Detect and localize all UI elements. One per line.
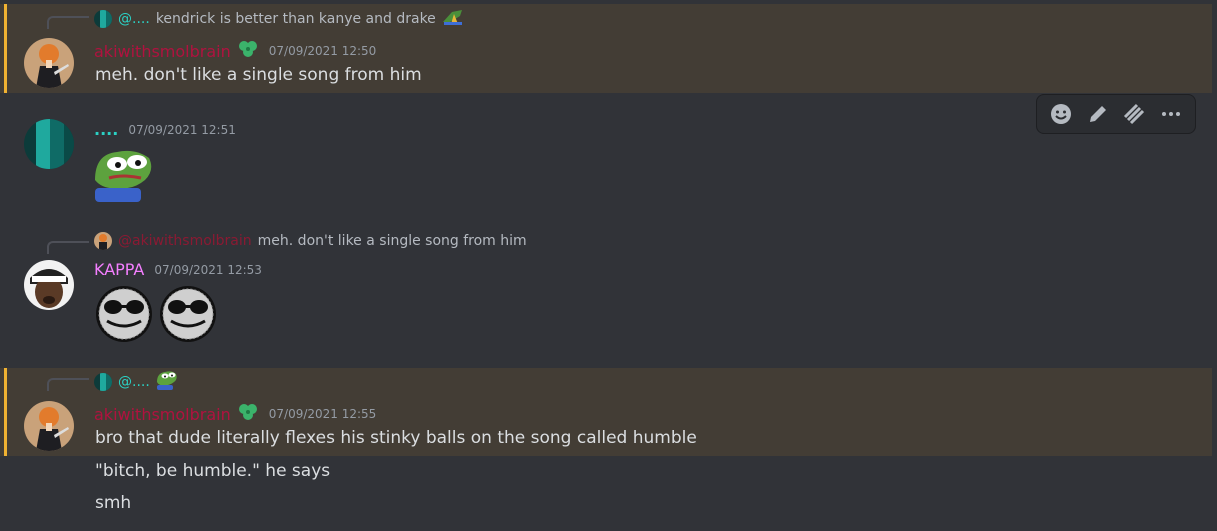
- reply-mention[interactable]: @....: [118, 11, 150, 27]
- clover-icon: [237, 38, 259, 64]
- reply-avatar: [94, 232, 112, 250]
- reply-connector: [47, 16, 89, 29]
- reply-connector: [47, 241, 89, 254]
- clover-icon: [237, 401, 259, 427]
- user-avatar[interactable]: [24, 119, 74, 169]
- timestamp[interactable]: 07/09/2021 12:50: [269, 44, 377, 58]
- message-4: @.... akiwithsmolbrain 07/09/2021 12:55 …: [0, 368, 1212, 456]
- reply-connector: [47, 378, 89, 391]
- message-text: smh: [95, 493, 132, 513]
- message-header: akiwithsmolbrain 07/09/2021 12:55: [94, 401, 376, 427]
- message-header: .... 07/09/2021 12:51: [94, 120, 236, 139]
- timestamp[interactable]: 07/09/2021 12:51: [128, 123, 236, 137]
- message-text: "bitch, be humble." he says: [95, 461, 331, 481]
- message-2: .... 07/09/2021 12:51: [0, 110, 1212, 210]
- reply-mention[interactable]: @akiwithsmolbrain: [118, 233, 252, 249]
- user-avatar[interactable]: [24, 401, 74, 451]
- pepe-emoji-icon: [156, 370, 178, 394]
- user-avatar[interactable]: [24, 38, 74, 88]
- timestamp[interactable]: 07/09/2021 12:53: [154, 263, 262, 277]
- sunglasses-face-emoji-icon: [159, 285, 217, 343]
- crocodile-emoji-icon: [442, 8, 464, 30]
- message-header: akiwithsmolbrain 07/09/2021 12:50: [94, 38, 376, 64]
- reply-avatar: [94, 10, 112, 28]
- user-avatar[interactable]: [24, 260, 74, 310]
- sunglasses-face-emoji-icon: [95, 285, 153, 343]
- author-name[interactable]: akiwithsmolbrain: [94, 42, 231, 61]
- message-text: bro that dude literally flexes his stink…: [95, 428, 697, 448]
- pepe-sad-emoji-icon: [93, 146, 155, 206]
- author-name[interactable]: ....: [94, 120, 118, 139]
- message-text: meh. don't like a single song from him: [95, 65, 422, 85]
- reply-preview[interactable]: @.... kendrick is better than kanye and …: [94, 9, 464, 29]
- author-name[interactable]: akiwithsmolbrain: [94, 405, 231, 424]
- message-header: KAPPA 07/09/2021 12:53: [94, 260, 262, 279]
- reply-text: meh. don't like a single song from him: [257, 233, 527, 249]
- reply-preview[interactable]: @....: [94, 370, 178, 394]
- timestamp[interactable]: 07/09/2021 12:55: [269, 407, 377, 421]
- reply-avatar: [94, 373, 112, 391]
- author-name[interactable]: KAPPA: [94, 260, 144, 279]
- reply-mention[interactable]: @....: [118, 374, 150, 390]
- message-1: @.... kendrick is better than kanye and …: [0, 4, 1212, 93]
- reply-preview[interactable]: @akiwithsmolbrain meh. don't like a sing…: [94, 231, 527, 251]
- message-3: @akiwithsmolbrain meh. don't like a sing…: [0, 229, 1212, 349]
- reply-text: kendrick is better than kanye and drake: [155, 11, 436, 27]
